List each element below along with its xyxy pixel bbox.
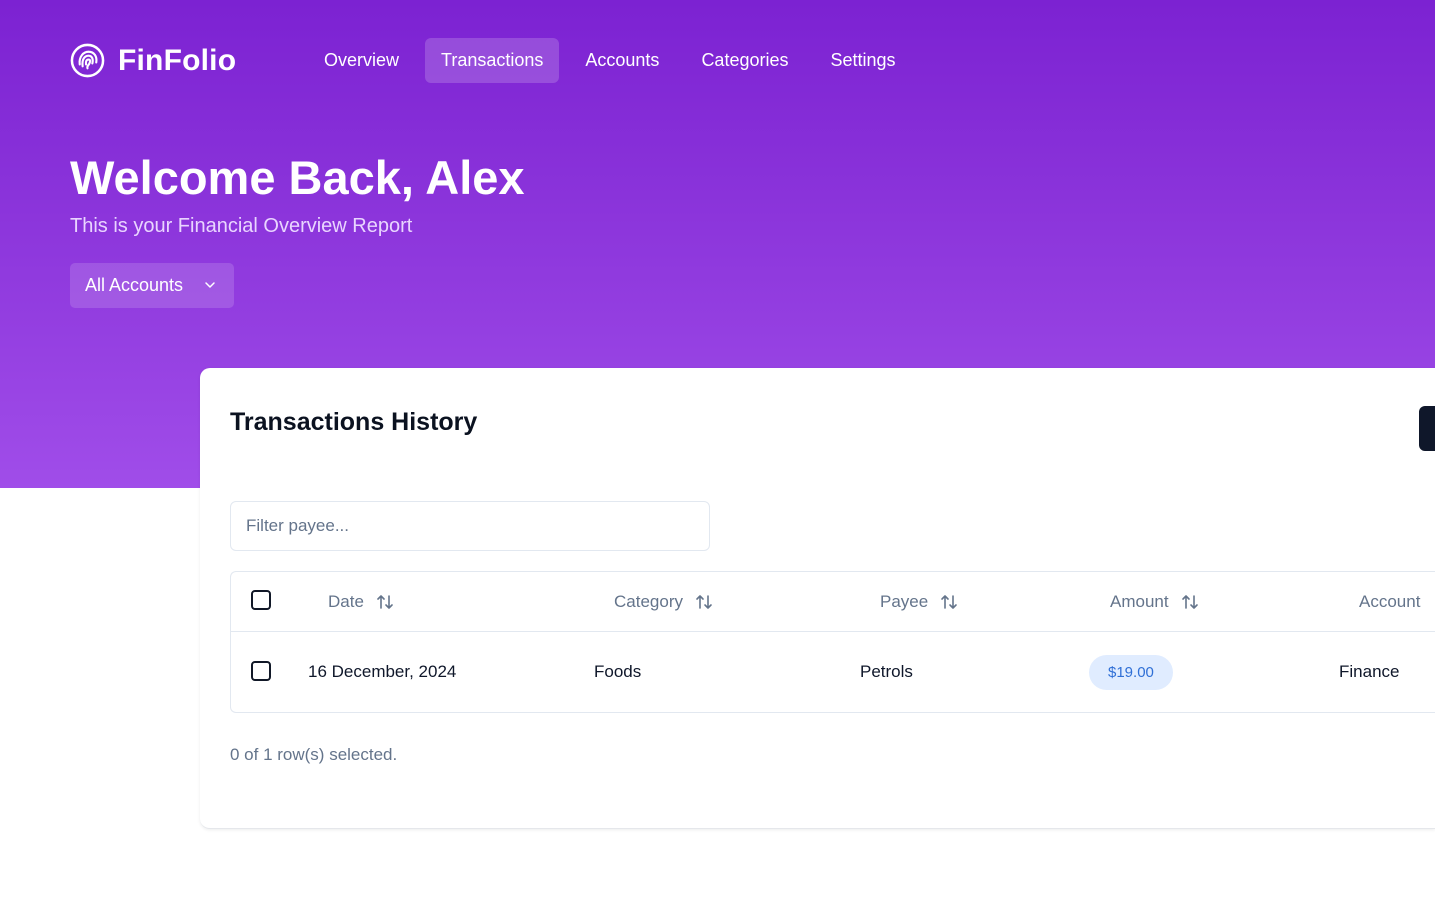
selection-status: 0 of 1 row(s) selected. (230, 745, 398, 764)
select-all-checkbox[interactable] (251, 590, 271, 610)
cell-amount: $19.00 (1089, 632, 1173, 712)
cell-account: Finance (1339, 662, 1400, 681)
filter-payee-input[interactable] (230, 501, 710, 551)
add-transaction-button[interactable] (1419, 406, 1435, 451)
table-row: 16 December, 2024 Foods Petrols $19.00 F… (231, 632, 1435, 712)
sort-icon (941, 595, 958, 609)
account-select-value: All Accounts (85, 275, 184, 295)
nav-accounts[interactable]: Accounts (569, 38, 675, 83)
transactions-card: Transactions History Date Category Payee (200, 368, 1435, 829)
card-title: Transactions History (230, 408, 478, 436)
nav-overview[interactable]: Overview (308, 38, 415, 83)
column-header-payee[interactable]: Payee (880, 572, 958, 632)
nav-settings[interactable]: Settings (814, 38, 911, 83)
cell-category: Foods (594, 662, 642, 681)
column-header-account[interactable]: Account (1359, 572, 1420, 632)
brand[interactable]: FinFolio (70, 38, 236, 83)
column-header-label: Category (614, 592, 683, 611)
column-header-label: Account (1359, 592, 1421, 611)
cell-date: 16 December, 2024 (308, 662, 457, 681)
table-header-row: Date Category Payee Amount Account (231, 572, 1435, 632)
nav-transactions[interactable]: Transactions (425, 38, 560, 83)
sort-icon (696, 595, 712, 609)
main-nav: Overview Transactions Accounts Categorie… (308, 38, 912, 83)
column-header-label: Amount (1110, 592, 1169, 611)
sort-icon (1181, 595, 1198, 609)
column-header-amount[interactable]: Amount (1110, 572, 1199, 632)
app-name: FinFolio (118, 43, 237, 77)
row-checkbox[interactable] (251, 661, 271, 681)
welcome-subtitle: This is your Financial Overview Report (70, 215, 413, 237)
column-header-category[interactable]: Category (614, 572, 713, 632)
chevron-down-icon (205, 282, 215, 288)
welcome-heading: Welcome Back, Alex (70, 151, 525, 204)
account-select[interactable]: All Accounts (70, 263, 234, 308)
nav-categories[interactable]: Categories (685, 38, 804, 83)
column-header-date[interactable]: Date (328, 572, 394, 632)
column-header-label: Payee (880, 592, 929, 611)
transactions-table: Date Category Payee Amount Account 16 De… (230, 571, 1435, 713)
fingerprint-icon (70, 43, 105, 78)
column-header-label: Date (328, 592, 364, 611)
cell-payee: Petrols (860, 662, 913, 681)
sort-icon (377, 595, 393, 609)
amount-badge: $19.00 (1089, 654, 1173, 690)
